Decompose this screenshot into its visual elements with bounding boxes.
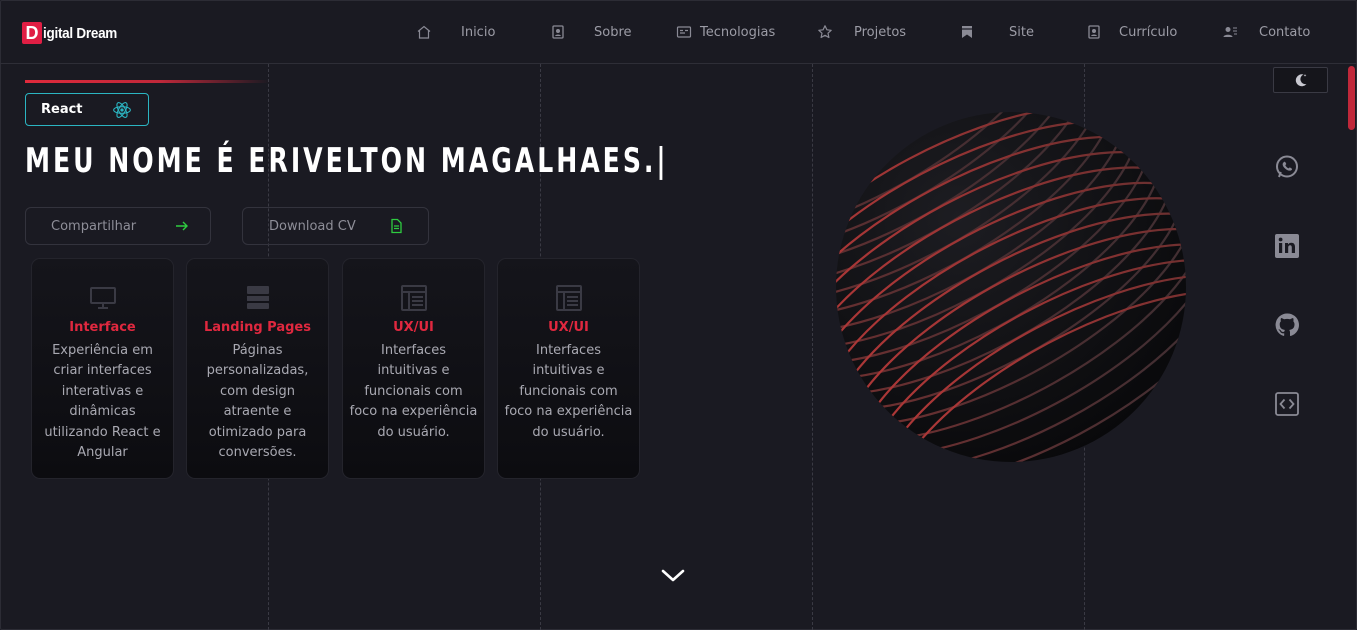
whatsapp-icon[interactable] (1274, 154, 1300, 180)
nav-label: Site (1009, 24, 1034, 40)
service-card[interactable]: UX/UI Interfaces intuitivas e funcionais… (342, 258, 485, 479)
scrollbar-thumb[interactable] (1348, 66, 1355, 130)
card-description: Interfaces intuitivas e funcionais com f… (504, 343, 633, 440)
badge-label: React (41, 102, 83, 117)
star-icon (818, 25, 832, 39)
contacts-icon (1223, 27, 1237, 37)
service-card[interactable]: Interface Experiência em criar interface… (31, 258, 174, 479)
nav-label: Projetos (854, 24, 907, 40)
nav-label: Contato (1259, 24, 1311, 40)
nav-item-curriculo[interactable]: Currículo (1086, 20, 1177, 44)
react-icon (113, 102, 131, 118)
terminal-icon (676, 26, 692, 38)
card-description: Interfaces intuitivas e funcionais com f… (349, 343, 478, 440)
card-title: UX/UI (393, 320, 434, 335)
home-icon (417, 25, 431, 39)
card-description: Experiência em criar interfaces interati… (44, 343, 161, 461)
card-title: Landing Pages (204, 320, 311, 335)
hero-headline: MEU NOME É ERIVELTON MAGALHAES.| (25, 141, 669, 181)
share-label: Compartilhar (51, 218, 137, 234)
arrow-right-icon (176, 221, 188, 231)
nav-item-projetos[interactable]: Projetos (817, 20, 906, 44)
navbar: D igital Dream Inicio Sobre Tecnologias … (0, 0, 1357, 64)
logo-mark: D (22, 22, 42, 44)
layout-icon (555, 285, 582, 311)
chevron-down-icon[interactable] (660, 566, 686, 586)
theme-toggle[interactable] (1273, 67, 1328, 93)
download-label: Download CV (269, 218, 356, 234)
tech-badge[interactable]: React (25, 93, 149, 126)
document-icon (391, 218, 402, 234)
github-icon[interactable] (1274, 312, 1300, 338)
nav-item-contato[interactable]: Contato (1222, 20, 1310, 44)
download-cv-button[interactable]: Download CV (242, 207, 429, 245)
nav-item-tecnologias[interactable]: Tecnologias (676, 20, 775, 44)
accent-line (25, 80, 270, 83)
nav-label: Inicio (461, 24, 496, 40)
nav-item-inicio[interactable]: Inicio (416, 20, 495, 44)
service-card[interactable]: UX/UI Interfaces intuitivas e funcionais… (497, 258, 640, 479)
nav-label: Currículo (1119, 24, 1178, 40)
nav-item-sobre[interactable]: Sobre (550, 20, 632, 44)
card-description: Páginas personalizadas, com design atrae… (206, 343, 309, 461)
nav-label: Tecnologias (700, 24, 776, 40)
share-button[interactable]: Compartilhar (25, 207, 211, 245)
layers-icon (246, 286, 269, 309)
globe-graphic (836, 112, 1186, 462)
logo[interactable]: D igital Dream (22, 22, 125, 44)
guide-line (812, 64, 813, 630)
card-title: Interface (69, 320, 136, 335)
service-card[interactable]: Landing Pages Páginas personalizadas, co… (186, 258, 329, 479)
monitor-icon (89, 287, 116, 309)
moon-icon (1295, 74, 1307, 87)
layout-icon (400, 285, 427, 311)
card-title: UX/UI (548, 320, 589, 335)
nav-item-site[interactable]: Site (959, 20, 1034, 44)
resume-icon (1088, 25, 1100, 39)
bookmark-icon (962, 26, 972, 38)
linkedin-icon[interactable] (1274, 233, 1300, 259)
logo-text: igital Dream (43, 24, 118, 42)
contact-card-icon (552, 25, 564, 39)
nav-label: Sobre (594, 24, 632, 40)
code-icon[interactable] (1274, 391, 1300, 417)
